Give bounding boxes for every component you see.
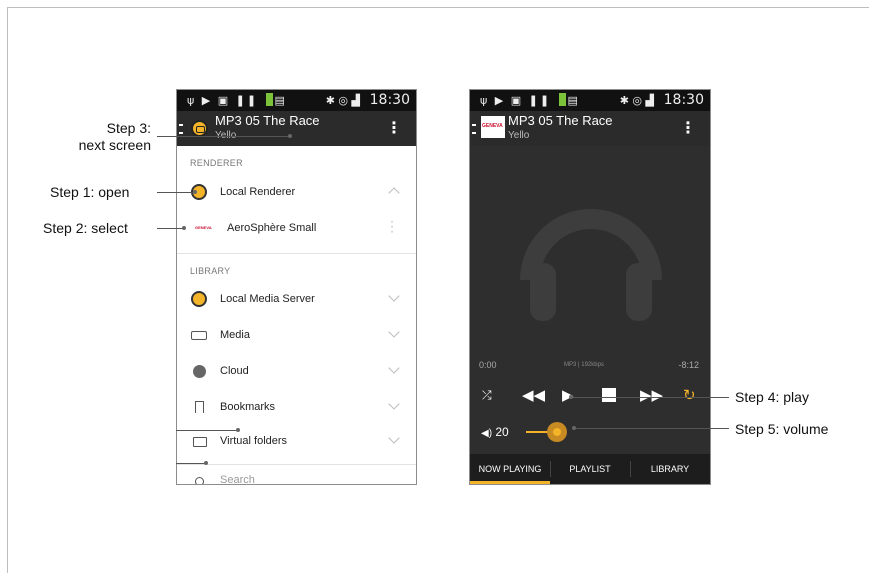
speaker-icon xyxy=(191,120,208,137)
drawer-list: RENDERER Local Renderer GENEVA AeroSphèr… xyxy=(177,146,416,484)
remaining-time: -8:12 xyxy=(678,360,699,370)
overflow-menu-icon[interactable]: ⋮ xyxy=(680,119,696,137)
tab-playlist[interactable]: PLAYLIST xyxy=(550,454,630,484)
bottom-tabs: NOW PLAYING PLAYLIST LIBRARY xyxy=(470,454,710,484)
library-label: Local Media Server xyxy=(220,293,315,305)
callout-line xyxy=(157,192,196,193)
section-renderer: RENDERER xyxy=(190,158,243,168)
renderer-label: AeroSphère Small xyxy=(227,222,317,234)
search-input[interactable]: Search xyxy=(220,474,255,484)
library-label: Cloud xyxy=(220,365,249,377)
headphones-icon xyxy=(520,209,662,321)
callout-line xyxy=(176,430,238,431)
geneva-logo: GENEVA xyxy=(481,116,505,138)
library-item-media[interactable]: Media xyxy=(177,319,416,353)
callout-step5: Step 5: volume xyxy=(735,421,829,437)
callout-dot xyxy=(193,190,197,194)
renderer-item-local[interactable]: Local Renderer xyxy=(177,176,416,210)
speaker-icon xyxy=(191,291,207,307)
callout-line xyxy=(157,228,185,229)
app-bar: GENEVA MP3 05 The Race Yello ⋮ xyxy=(470,111,710,146)
previous-icon[interactable]: ◀◀ xyxy=(522,385,545,405)
renderer-item-aerosphere[interactable]: GENEVA AeroSphère Small · · · xyxy=(177,212,416,246)
divider xyxy=(177,253,416,254)
callout-step3: Step 3: xyxy=(93,119,151,137)
track-title: MP3 05 The Race xyxy=(508,113,613,128)
globe-icon xyxy=(193,365,206,378)
callout-dot xyxy=(569,395,573,399)
kebab-icon[interactable]: · · · xyxy=(390,216,394,238)
callout-dot xyxy=(204,461,208,465)
tab-now-playing[interactable]: NOW PLAYING xyxy=(470,454,550,484)
callout-dot xyxy=(182,226,186,230)
format-info: MP3 | 192kbps xyxy=(564,362,604,368)
renderer-label: Local Renderer xyxy=(220,186,296,198)
drawer-icon[interactable] xyxy=(179,124,183,134)
search-icon xyxy=(195,477,204,484)
folder-icon xyxy=(193,437,207,447)
status-bar: ψ ▶ ▣ ❚❚ ▤ ✱ ◎ ▟ 18:30 xyxy=(177,90,416,111)
library-label: Virtual folders xyxy=(220,435,288,447)
callout-line xyxy=(574,428,729,429)
section-library: LIBRARY xyxy=(190,266,231,276)
speaker-icon: ◀) xyxy=(481,428,493,439)
callout-line xyxy=(572,397,729,398)
status-time: 18:30 xyxy=(369,92,410,108)
chevron-down-icon[interactable] xyxy=(388,290,400,302)
callout-line xyxy=(157,136,291,137)
callout-step1: Step 1: open xyxy=(50,184,130,200)
app-bar: MP3 05 The Race Yello ⋮ xyxy=(177,111,416,146)
left-phone-screen: ψ ▶ ▣ ❚❚ ▤ ✱ ◎ ▟ 18:30 MP3 05 The Race Y… xyxy=(176,89,417,485)
stop-icon[interactable] xyxy=(602,388,616,402)
chevron-down-icon[interactable] xyxy=(388,362,400,374)
search-row[interactable]: Search xyxy=(177,464,416,484)
chevron-up-icon[interactable] xyxy=(388,187,400,199)
next-icon[interactable]: ▶▶ xyxy=(640,385,663,405)
chevron-down-icon[interactable] xyxy=(388,432,400,444)
callout-line xyxy=(176,463,206,464)
repeat-icon[interactable]: ↻ xyxy=(683,385,696,405)
tab-library[interactable]: LIBRARY xyxy=(630,454,710,484)
elapsed-time: 0:00 xyxy=(479,360,497,370)
library-item-local-media-server[interactable]: Local Media Server xyxy=(177,283,416,317)
callout-dot xyxy=(236,428,240,432)
transport-controls: ⤮ ◀◀ ▶ ▶▶ ↻ xyxy=(470,385,710,411)
geneva-logo: GENEVA xyxy=(195,225,212,230)
callout-step4: Step 4: play xyxy=(735,389,809,405)
callout-dot xyxy=(288,134,292,138)
overflow-menu-icon[interactable]: ⋮ xyxy=(386,119,402,137)
right-phone-screen: ψ ▶ ▣ ❚❚ ▤ ✱ ◎ ▟ 18:30 GENEVA MP3 05 The… xyxy=(469,89,711,485)
signal-icon: ✱ ◎ ▟ xyxy=(619,94,654,107)
status-icons: ψ ▶ ▣ ❚❚ ▤ xyxy=(187,93,287,107)
chevron-down-icon[interactable] xyxy=(388,398,400,410)
bookmark-icon xyxy=(195,401,204,413)
chevron-down-icon[interactable] xyxy=(388,326,400,338)
library-label: Media xyxy=(220,329,250,341)
callout-dot xyxy=(572,426,576,430)
library-label: Bookmarks xyxy=(220,401,276,413)
track-title: MP3 05 The Race xyxy=(215,113,320,128)
callout-step3-line2: next screen xyxy=(78,137,151,153)
library-item-bookmarks[interactable]: Bookmarks xyxy=(177,391,416,425)
signal-icon: ✱ ◎ ▟ xyxy=(325,94,360,107)
drive-icon xyxy=(191,331,207,340)
volume-slider-knob[interactable] xyxy=(547,422,567,442)
library-item-cloud[interactable]: Cloud xyxy=(177,355,416,389)
callout-step2: Step 2: select xyxy=(43,220,128,236)
shuffle-icon[interactable]: ⤮ xyxy=(482,385,492,405)
status-bar: ψ ▶ ▣ ❚❚ ▤ ✱ ◎ ▟ 18:30 xyxy=(470,90,710,111)
volume-level: ◀) 20 xyxy=(481,425,509,439)
status-icons: ψ ▶ ▣ ❚❚ ▤ xyxy=(480,93,580,107)
callout-step3-line1: Step 3: xyxy=(106,120,151,136)
track-artist: Yello xyxy=(508,130,530,141)
figure-frame xyxy=(7,7,869,573)
drawer-icon[interactable] xyxy=(472,124,476,134)
volume-row: ◀) 20 xyxy=(470,420,710,444)
status-time: 18:30 xyxy=(663,92,704,108)
